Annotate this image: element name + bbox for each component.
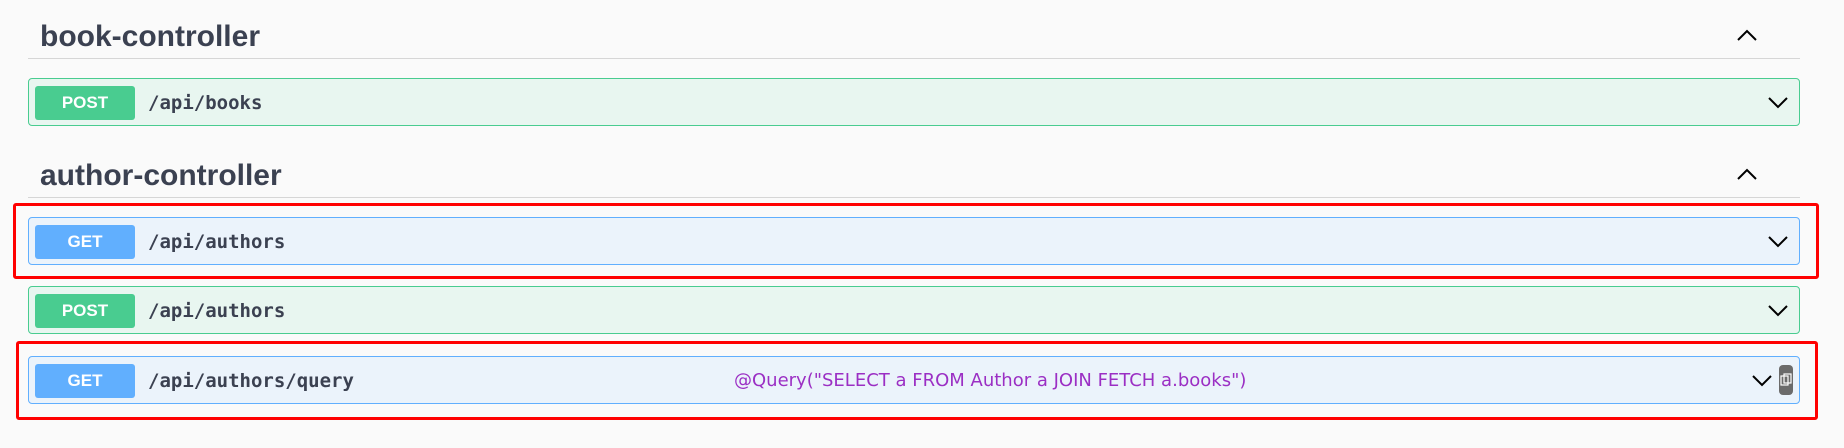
operation-path: /api/authors [148, 300, 286, 322]
operation-post-api-books[interactable]: POST /api/books [28, 78, 1800, 126]
chevron-down-icon[interactable] [1767, 96, 1789, 110]
chevron-down-icon[interactable] [1767, 304, 1789, 318]
highlight-box [13, 203, 1819, 279]
section-title: author-controller [40, 159, 282, 192]
section-header-author-controller[interactable]: author-controller [28, 153, 1800, 198]
section-title: book-controller [40, 20, 261, 53]
method-badge: POST [35, 294, 135, 328]
chevron-up-icon[interactable] [1736, 28, 1758, 42]
operation-post-api-authors[interactable]: POST /api/authors [28, 286, 1800, 334]
highlight-box [16, 341, 1818, 420]
method-badge: POST [35, 86, 135, 120]
swagger-page: book-controller POST /api/books author-c… [0, 0, 1844, 448]
operation-path: /api/books [148, 92, 263, 114]
chevron-up-icon[interactable] [1736, 167, 1758, 181]
section-header-book-controller[interactable]: book-controller [28, 14, 1800, 59]
